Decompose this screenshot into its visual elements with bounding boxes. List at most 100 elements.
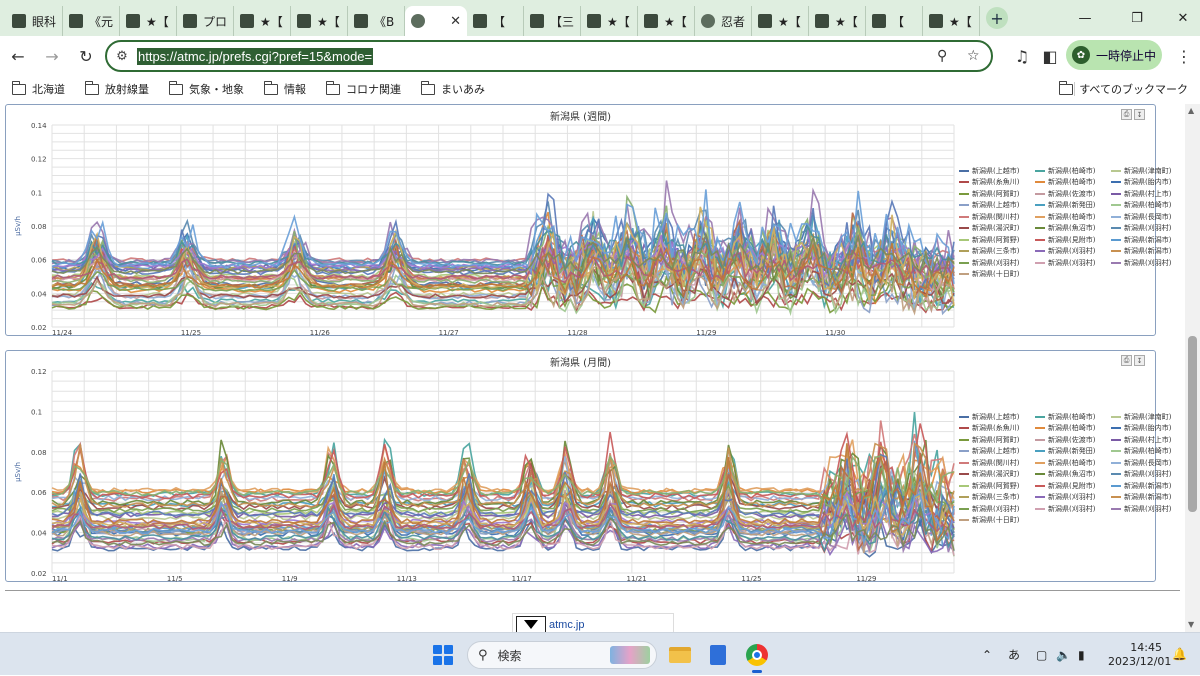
- site-info-icon[interactable]: ⚙: [107, 49, 137, 64]
- browser-tab[interactable]: ★【: [752, 6, 809, 36]
- browser-tab[interactable]: 【: [866, 6, 923, 36]
- legend-item[interactable]: 新潟県(刈羽村): [959, 503, 1035, 515]
- legend-item[interactable]: 新潟県(上越市): [959, 446, 1035, 458]
- profile-pause-button[interactable]: ✿ 一時停止中: [1066, 40, 1162, 70]
- legend-item[interactable]: 新潟県(柏崎市): [1111, 200, 1185, 212]
- browser-tab[interactable]: ★【: [809, 6, 866, 36]
- all-bookmarks-button[interactable]: すべてのブックマーク: [1058, 80, 1188, 97]
- legend-item[interactable]: 新潟県(関川村): [959, 457, 1035, 469]
- legend-item[interactable]: 新潟県(刈羽村): [1111, 469, 1185, 481]
- legend-item[interactable]: 新潟県(柏崎市): [1035, 423, 1111, 435]
- legend-item[interactable]: 新潟県(新潟市): [1111, 234, 1185, 246]
- browser-tab[interactable]: ★【: [638, 6, 695, 36]
- legend-item[interactable]: 新潟県(刈羽村): [1035, 492, 1111, 504]
- system-clock[interactable]: 14:45 2023/12/01: [1108, 641, 1171, 669]
- browser-tab[interactable]: ★【: [291, 6, 348, 36]
- legend-item[interactable]: 新潟県(刈羽村): [1035, 246, 1111, 258]
- file-explorer-icon[interactable]: [666, 641, 694, 669]
- bookmark-star-icon[interactable]: ☆: [967, 48, 980, 64]
- legend-item[interactable]: 新潟県(新潟市): [1111, 492, 1185, 504]
- legend-item[interactable]: 新潟県(新発田): [1035, 446, 1111, 458]
- legend-item[interactable]: 新潟県(見附市): [1035, 480, 1111, 492]
- legend-item[interactable]: 新潟県(柏崎市): [1035, 177, 1111, 189]
- legend-item[interactable]: 新潟県(上越市): [959, 200, 1035, 212]
- legend-item[interactable]: 新潟県(糸魚川): [959, 423, 1035, 435]
- new-tab-button[interactable]: +: [986, 7, 1008, 29]
- menu-icon[interactable]: ⋮: [1168, 40, 1200, 72]
- legend-item[interactable]: 新潟県(刈羽村): [1035, 503, 1111, 515]
- legend-item[interactable]: 新潟県(刈羽村): [1035, 257, 1111, 269]
- chrome-icon[interactable]: [743, 641, 771, 673]
- browser-tab[interactable]: 【: [467, 6, 524, 36]
- browser-tab[interactable]: ★【: [234, 6, 291, 36]
- notepad-icon[interactable]: [704, 641, 732, 669]
- legend-item[interactable]: 新潟県(佐渡市): [1035, 434, 1111, 446]
- bookmark-folder[interactable]: コロナ関連: [325, 80, 401, 97]
- back-button[interactable]: ←: [2, 40, 34, 72]
- bookmark-folder[interactable]: まいあみ: [420, 80, 485, 97]
- legend-item[interactable]: 新潟県(刈羽村): [1111, 503, 1185, 515]
- legend-item[interactable]: 新潟県(柏崎市): [1035, 211, 1111, 223]
- close-tab-icon[interactable]: ✕: [442, 14, 461, 29]
- legend-item[interactable]: 新潟県(刈羽村): [1111, 223, 1185, 235]
- legend-item[interactable]: 新潟県(新潟市): [1111, 246, 1185, 258]
- minimize-button[interactable]: —: [1062, 0, 1108, 36]
- browser-tab[interactable]: 《元: [63, 6, 120, 36]
- atmc-banner[interactable]: atmc.jp: [512, 613, 674, 632]
- legend-item[interactable]: 新潟県(新発田): [1035, 200, 1111, 212]
- legend-item[interactable]: 新潟県(村上市): [1111, 434, 1185, 446]
- ime-indicator[interactable]: あ: [1008, 633, 1020, 676]
- notification-bell-icon[interactable]: 🔔: [1172, 647, 1187, 661]
- legend-item[interactable]: 新潟県(十日町): [959, 515, 1035, 527]
- reload-button[interactable]: ↻: [70, 40, 102, 72]
- battery-icon[interactable]: ▮: [1078, 633, 1085, 676]
- legend-item[interactable]: 新潟県(十日町): [959, 269, 1035, 281]
- legend-item[interactable]: 新潟県(柏崎市): [1035, 411, 1111, 423]
- side-panel-icon[interactable]: ◧: [1034, 40, 1066, 72]
- legend-item[interactable]: 新潟県(魚沼市): [1035, 469, 1111, 481]
- legend-item[interactable]: 新潟県(三条市): [959, 246, 1035, 258]
- legend-item[interactable]: 新潟県(糸魚川): [959, 177, 1035, 189]
- legend-item[interactable]: 新潟県(上越市): [959, 411, 1035, 423]
- browser-tab[interactable]: プロ: [177, 6, 234, 36]
- legend-item[interactable]: 新潟県(柏崎市): [1035, 457, 1111, 469]
- browser-tab[interactable]: 《B: [348, 6, 405, 36]
- start-button[interactable]: [433, 645, 453, 665]
- page-scrollbar[interactable]: ▲ ▼: [1185, 104, 1200, 632]
- legend-item[interactable]: 新潟県(関川村): [959, 211, 1035, 223]
- print-icon[interactable]: ⎙: [1121, 109, 1132, 120]
- address-bar[interactable]: ⚙ https://atmc.jp/prefs.cgi?pref=15&mode…: [105, 40, 993, 72]
- browser-tab[interactable]: ★【: [581, 6, 638, 36]
- zoom-icon[interactable]: ⚲: [937, 48, 947, 64]
- legend-item[interactable]: 新潟県(湯沢町): [959, 223, 1035, 235]
- close-window-button[interactable]: ✕: [1160, 0, 1200, 36]
- legend-item[interactable]: 新潟県(柏崎市): [1111, 446, 1185, 458]
- legend-item[interactable]: 新潟県(長岡市): [1111, 457, 1185, 469]
- download-icon[interactable]: ↧: [1134, 109, 1145, 120]
- bookmark-folder[interactable]: 気象・地象: [168, 80, 244, 97]
- bookmark-folder[interactable]: 情報: [263, 80, 306, 97]
- maximize-button[interactable]: ❐: [1114, 0, 1160, 36]
- browser-tab[interactable]: 忍者: [695, 6, 752, 36]
- tray-chevron-icon[interactable]: ⌃: [982, 633, 992, 676]
- bookmark-folder[interactable]: 北海道: [11, 80, 65, 97]
- browser-tab[interactable]: ★【: [923, 6, 980, 36]
- forward-button[interactable]: →: [36, 40, 68, 72]
- url-text[interactable]: https://atmc.jp/prefs.cgi?pref=15&mode=: [137, 47, 374, 65]
- legend-item[interactable]: 新潟県(阿賀野): [959, 480, 1035, 492]
- volume-icon[interactable]: 🔈: [1056, 633, 1071, 676]
- legend-item[interactable]: 新潟県(阿賀野): [959, 234, 1035, 246]
- bookmark-folder[interactable]: 放射線量: [84, 80, 149, 97]
- browser-tab[interactable]: 眼科: [6, 6, 63, 36]
- legend-item[interactable]: 新潟県(刈羽村): [959, 257, 1035, 269]
- legend-item[interactable]: 新潟県(湯沢町): [959, 469, 1035, 481]
- legend-item[interactable]: 新潟県(胎内市): [1111, 177, 1185, 189]
- scroll-down-icon[interactable]: ▼: [1188, 620, 1194, 629]
- browser-tab[interactable]: ★【: [120, 6, 177, 36]
- legend-item[interactable]: 新潟県(上越市): [959, 165, 1035, 177]
- network-icon[interactable]: ▢: [1036, 633, 1047, 676]
- scroll-up-icon[interactable]: ▲: [1188, 106, 1194, 115]
- browser-tab[interactable]: 【三: [524, 6, 581, 36]
- legend-item[interactable]: 新潟県(柏崎市): [1035, 165, 1111, 177]
- legend-item[interactable]: 新潟県(佐渡市): [1035, 188, 1111, 200]
